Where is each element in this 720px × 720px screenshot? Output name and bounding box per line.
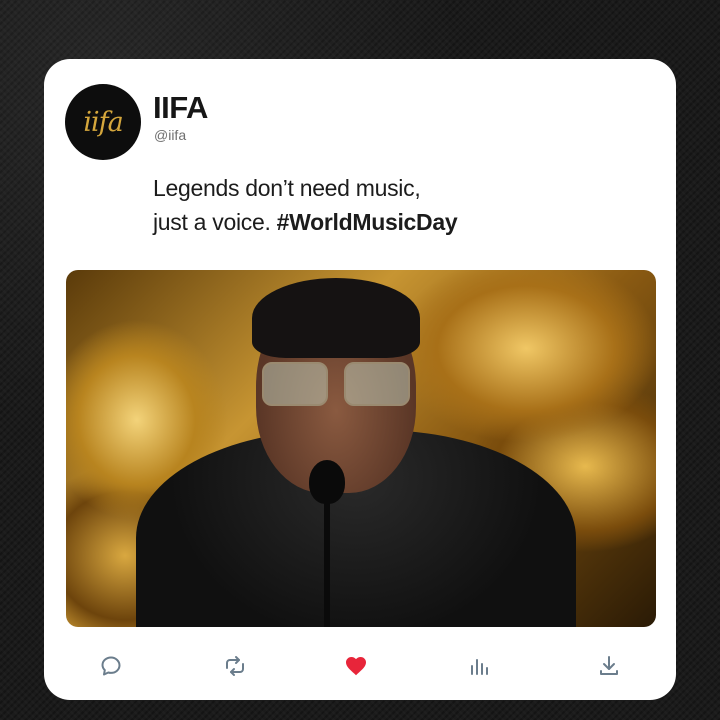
post-text-line-2: just a voice. #WorldMusicDay [153,205,458,239]
post-media-image[interactable] [66,270,656,627]
post-text: Legends don’t need music, just a voice. … [153,171,458,239]
post-text-prefix: just a voice. [153,209,271,235]
performer-hair [252,278,420,358]
comment-icon [101,656,121,676]
post-card: iifa IIFA @iifa Legends don’t need music… [44,59,676,700]
heart-icon [346,657,366,676]
action-bar [44,641,676,689]
microphone [309,460,345,504]
mic-stand [324,502,330,627]
analytics-icon [471,659,488,675]
share-button[interactable] [594,651,624,681]
share-icon [600,656,618,675]
user-handle[interactable]: @iifa [154,127,186,143]
analytics-button[interactable] [464,651,494,681]
post-text-line-1: Legends don’t need music, [153,175,421,201]
like-button[interactable] [341,651,371,681]
iifa-logo: iifa [83,106,123,138]
retweet-button[interactable] [220,651,250,681]
display-name[interactable]: IIFA [153,90,208,126]
comment-button[interactable] [96,651,126,681]
avatar[interactable]: iifa [65,84,141,160]
performer-glasses [262,362,410,408]
retweet-icon [226,656,244,676]
hashtag-link[interactable]: #WorldMusicDay [277,209,458,235]
